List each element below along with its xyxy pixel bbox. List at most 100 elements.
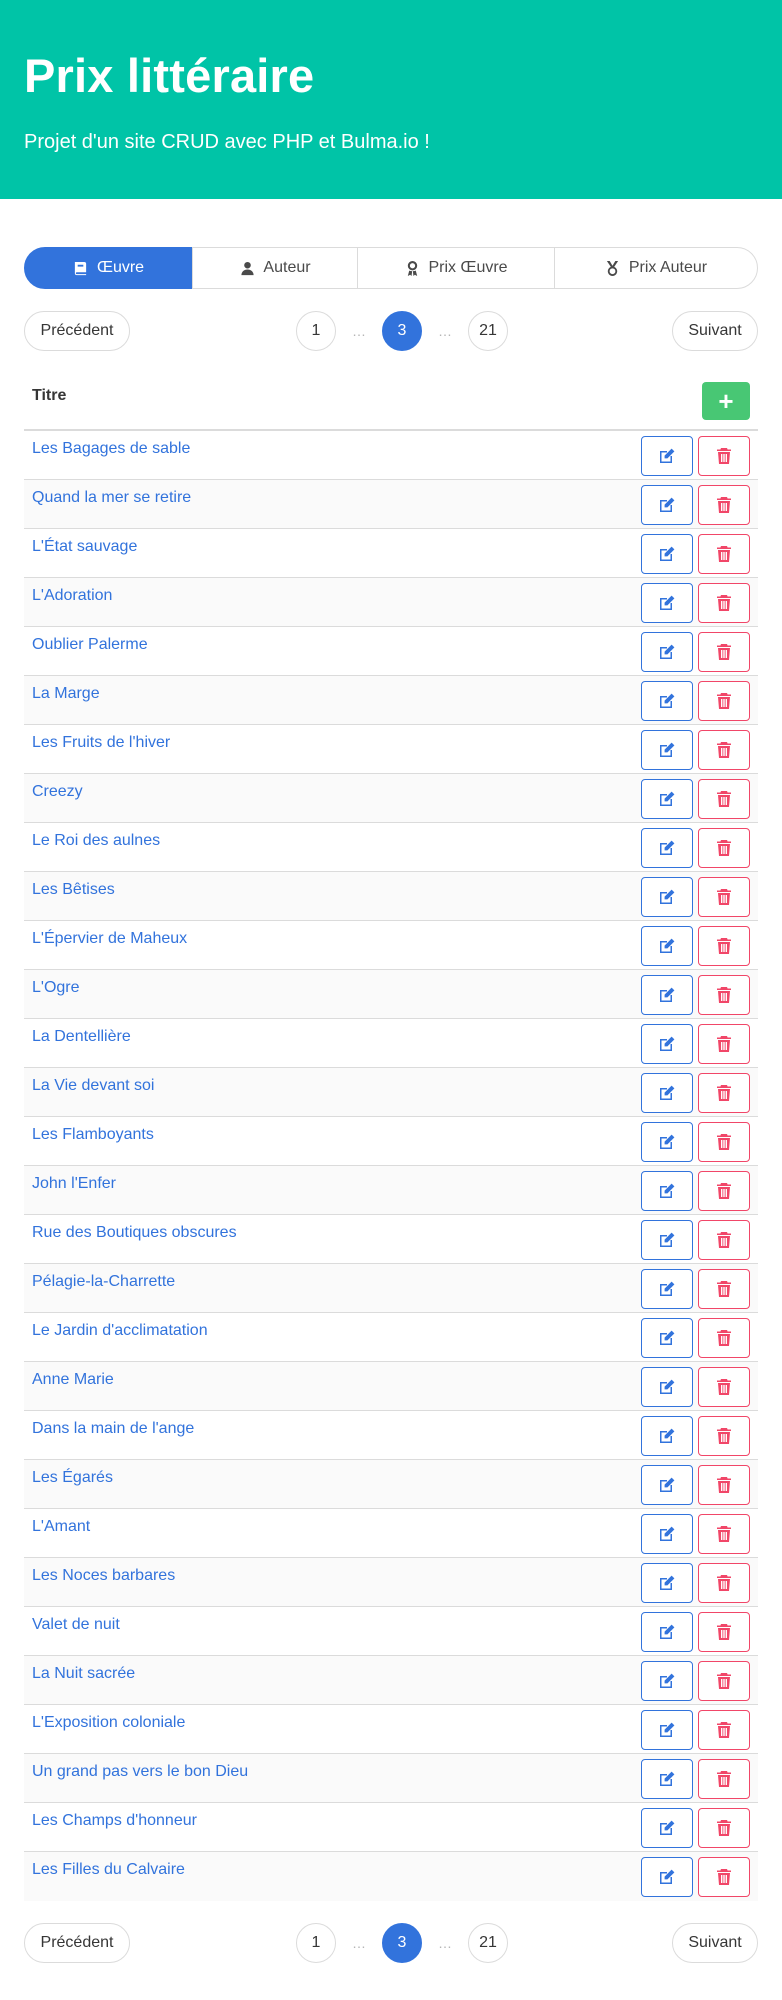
tab-prix-auteur[interactable]: Prix Auteur: [554, 247, 758, 289]
delete-button[interactable]: [698, 1220, 750, 1260]
oeuvre-title-link[interactable]: Les Égarés: [32, 1460, 113, 1488]
delete-button[interactable]: [698, 1416, 750, 1456]
oeuvre-title-link[interactable]: L'Exposition coloniale: [32, 1705, 185, 1733]
delete-button[interactable]: [698, 1759, 750, 1799]
delete-button[interactable]: [698, 1563, 750, 1603]
edit-button[interactable]: [641, 1563, 693, 1603]
tab-oeuvre[interactable]: Œuvre: [24, 247, 193, 289]
oeuvre-title-link[interactable]: Les Flamboyants: [32, 1117, 154, 1145]
oeuvre-title-link[interactable]: John l'Enfer: [32, 1166, 116, 1194]
delete-button[interactable]: [698, 1171, 750, 1211]
edit-button[interactable]: [641, 1514, 693, 1554]
oeuvre-title-link[interactable]: Quand la mer se retire: [32, 480, 191, 508]
delete-button[interactable]: [698, 681, 750, 721]
edit-button[interactable]: [641, 1269, 693, 1309]
edit-button[interactable]: [641, 779, 693, 819]
delete-button[interactable]: [698, 436, 750, 476]
edit-button[interactable]: [641, 1220, 693, 1260]
delete-button[interactable]: [698, 1465, 750, 1505]
delete-button[interactable]: [698, 1024, 750, 1064]
delete-button[interactable]: [698, 1808, 750, 1848]
oeuvre-title-link[interactable]: Le Jardin d'acclimatation: [32, 1313, 208, 1341]
tab-prix-oeuvre[interactable]: Prix Œuvre: [357, 247, 555, 289]
oeuvre-title-link[interactable]: L'Épervier de Maheux: [32, 921, 187, 949]
edit-button[interactable]: [641, 1073, 693, 1113]
delete-button[interactable]: [698, 1318, 750, 1358]
edit-button[interactable]: [641, 1661, 693, 1701]
previous-button[interactable]: Précédent: [24, 1923, 130, 1963]
delete-button[interactable]: [698, 583, 750, 623]
delete-button[interactable]: [698, 926, 750, 966]
oeuvre-title-link[interactable]: Les Noces barbares: [32, 1558, 175, 1586]
edit-button[interactable]: [641, 1367, 693, 1407]
delete-button[interactable]: [698, 1857, 750, 1897]
add-button[interactable]: +: [702, 382, 750, 420]
oeuvre-title-link[interactable]: Les Fruits de l'hiver: [32, 725, 170, 753]
edit-button[interactable]: [641, 877, 693, 917]
delete-button[interactable]: [698, 1514, 750, 1554]
edit-button[interactable]: [641, 534, 693, 574]
delete-button[interactable]: [698, 730, 750, 770]
delete-button[interactable]: [698, 1367, 750, 1407]
edit-button[interactable]: [641, 1465, 693, 1505]
oeuvre-title-link[interactable]: La Dentellière: [32, 1019, 131, 1047]
next-button[interactable]: Suivant: [672, 1923, 758, 1963]
oeuvre-title-link[interactable]: Un grand pas vers le bon Dieu: [32, 1754, 248, 1782]
oeuvre-title-link[interactable]: Rue des Boutiques obscures: [32, 1215, 237, 1243]
edit-button[interactable]: [641, 1171, 693, 1211]
edit-button[interactable]: [641, 1710, 693, 1750]
edit-button[interactable]: [641, 828, 693, 868]
edit-button[interactable]: [641, 583, 693, 623]
delete-button[interactable]: [698, 828, 750, 868]
edit-button[interactable]: [641, 1808, 693, 1848]
edit-button[interactable]: [641, 975, 693, 1015]
edit-button[interactable]: [641, 436, 693, 476]
oeuvre-title-link[interactable]: Anne Marie: [32, 1362, 114, 1390]
edit-button[interactable]: [641, 1122, 693, 1162]
oeuvre-title-link[interactable]: Creezy: [32, 774, 83, 802]
oeuvre-title-link[interactable]: La Nuit sacrée: [32, 1656, 135, 1684]
delete-button[interactable]: [698, 1269, 750, 1309]
previous-button[interactable]: Précédent: [24, 311, 130, 351]
tab-auteur[interactable]: Auteur: [192, 247, 358, 289]
delete-button[interactable]: [698, 779, 750, 819]
edit-button[interactable]: [641, 1612, 693, 1652]
edit-button[interactable]: [641, 681, 693, 721]
page-last[interactable]: 21: [468, 311, 508, 351]
oeuvre-title-link[interactable]: Les Bêtises: [32, 872, 115, 900]
edit-button[interactable]: [641, 1857, 693, 1897]
delete-button[interactable]: [698, 485, 750, 525]
edit-button[interactable]: [641, 1318, 693, 1358]
oeuvre-title-link[interactable]: Les Bagages de sable: [32, 431, 190, 459]
edit-button[interactable]: [641, 730, 693, 770]
oeuvre-title-link[interactable]: Valet de nuit: [32, 1607, 120, 1635]
page-first[interactable]: 1: [296, 1923, 336, 1963]
edit-button[interactable]: [641, 1024, 693, 1064]
oeuvre-title-link[interactable]: L'Amant: [32, 1509, 90, 1537]
delete-button[interactable]: [698, 1661, 750, 1701]
page-first[interactable]: 1: [296, 311, 336, 351]
page-current[interactable]: 3: [382, 1923, 422, 1963]
edit-button[interactable]: [641, 926, 693, 966]
delete-button[interactable]: [698, 1710, 750, 1750]
edit-button[interactable]: [641, 632, 693, 672]
delete-button[interactable]: [698, 534, 750, 574]
edit-button[interactable]: [641, 485, 693, 525]
delete-button[interactable]: [698, 1612, 750, 1652]
oeuvre-title-link[interactable]: Le Roi des aulnes: [32, 823, 160, 851]
oeuvre-title-link[interactable]: Pélagie-la-Charrette: [32, 1264, 175, 1292]
oeuvre-title-link[interactable]: La Marge: [32, 676, 100, 704]
oeuvre-title-link[interactable]: Dans la main de l'ange: [32, 1411, 194, 1439]
edit-button[interactable]: [641, 1759, 693, 1799]
delete-button[interactable]: [698, 632, 750, 672]
delete-button[interactable]: [698, 1073, 750, 1113]
next-button[interactable]: Suivant: [672, 311, 758, 351]
oeuvre-title-link[interactable]: L'Adoration: [32, 578, 112, 606]
oeuvre-title-link[interactable]: Oublier Palerme: [32, 627, 148, 655]
delete-button[interactable]: [698, 877, 750, 917]
edit-button[interactable]: [641, 1416, 693, 1456]
oeuvre-title-link[interactable]: La Vie devant soi: [32, 1068, 154, 1096]
page-last[interactable]: 21: [468, 1923, 508, 1963]
oeuvre-title-link[interactable]: L'État sauvage: [32, 529, 137, 557]
page-current[interactable]: 3: [382, 311, 422, 351]
